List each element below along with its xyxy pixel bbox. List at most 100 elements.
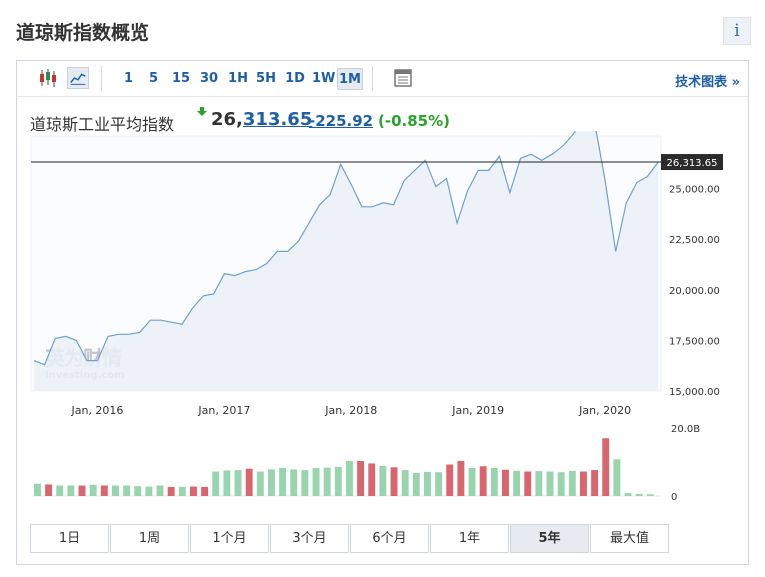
x-tick-label: Jan, 2019	[451, 404, 504, 417]
volume-bar	[513, 470, 521, 496]
y-tick-label: 17,500.00	[669, 336, 720, 347]
volume-bar	[624, 493, 632, 496]
interval-button-1w[interactable]: 1W	[312, 68, 335, 90]
range-button-3[interactable]: 3个月	[270, 524, 349, 553]
volume-bar	[435, 472, 443, 496]
interval-button-30[interactable]: 30	[198, 68, 220, 90]
price-change: -225.92	[309, 112, 374, 130]
volume-bar	[568, 470, 576, 496]
volume-bar	[479, 466, 487, 496]
volume-bar	[167, 486, 175, 496]
area-chart-icon[interactable]	[67, 67, 89, 89]
y-tick-label: 22,500.00	[669, 235, 720, 246]
page-title: 道琼斯指数概览	[16, 22, 150, 44]
volume-bar	[56, 485, 64, 496]
x-tick-label: Jan, 2016	[70, 404, 123, 417]
range-button-4[interactable]: 6个月	[350, 524, 429, 553]
volume-bar	[67, 485, 75, 496]
volume-bar	[290, 469, 298, 496]
volume-bar	[201, 486, 209, 496]
volume-bar	[446, 464, 454, 496]
volume-bar	[401, 470, 409, 496]
volume-bar	[346, 461, 353, 496]
volume-bar	[123, 485, 131, 496]
price-chart[interactable]: 英为财情Investing.com26,313.6525,000.0022,50…	[17, 131, 748, 531]
range-button-7[interactable]: 最大值	[590, 524, 669, 553]
volume-bar	[334, 466, 342, 496]
x-tick-label: Jan, 2018	[324, 404, 377, 417]
interval-button-1[interactable]: 1	[121, 68, 136, 90]
volume-bar	[312, 468, 320, 496]
volume-bar	[424, 471, 431, 496]
volume-bar	[412, 472, 420, 496]
volume-bar	[178, 486, 186, 496]
volume-bar	[368, 463, 376, 496]
range-button-5[interactable]: 1年	[430, 524, 509, 553]
volume-bar	[256, 471, 264, 496]
volume-bar	[223, 470, 231, 496]
volume-bar	[34, 483, 41, 496]
volume-bar	[357, 461, 365, 496]
toolbar-divider	[101, 66, 102, 91]
interval-button-1m[interactable]: 1M	[337, 68, 363, 90]
chart-widget: 技术图表 » 1 5 15 30 1H 5H 1D 1W 1M 道琼斯工业平均指数 26,313…	[16, 60, 749, 565]
x-tick-label: Jan, 2020	[578, 404, 631, 417]
volume-bar	[323, 467, 331, 496]
volume-bar	[457, 461, 465, 496]
volume-bar	[535, 471, 543, 496]
volume-bar	[591, 470, 599, 496]
volume-bar	[268, 469, 275, 496]
interval-button-5[interactable]: 5	[146, 68, 161, 90]
volume-bar	[89, 484, 97, 496]
volume-bar	[156, 485, 164, 496]
y-tick-label: 25,000.00	[669, 185, 720, 196]
volume-bar	[301, 470, 309, 496]
volume-bar	[490, 468, 498, 496]
range-button-6[interactable]: 5年	[510, 524, 589, 553]
last-price-tail: 313.65	[242, 109, 313, 130]
interval-button-1d[interactable]: 1D	[284, 68, 306, 90]
volume-bar	[502, 469, 509, 496]
volume-bar	[557, 472, 565, 496]
current-value-label: 26,313.65	[667, 158, 718, 169]
price-change-percent: (-0.85%)	[378, 112, 450, 130]
toolbar-divider	[372, 66, 373, 91]
last-price: 26,313.65	[211, 109, 312, 130]
y-tick-label: 15,000.00	[669, 387, 720, 398]
range-button-1[interactable]: 1周	[110, 524, 189, 553]
volume-bar	[468, 468, 476, 496]
chart-toolbar: 技术图表 » 1 5 15 30 1H 5H 1D 1W 1M	[17, 61, 748, 97]
volume-bar	[145, 486, 153, 496]
volume-bar	[245, 468, 253, 496]
interval-button-15[interactable]: 15	[170, 68, 192, 90]
volume-axis-zero: 0	[671, 492, 677, 503]
table-view-icon[interactable]	[392, 67, 414, 89]
volume-bar	[112, 485, 119, 496]
candlestick-icon[interactable]	[37, 67, 59, 89]
range-button-0[interactable]: 1日	[30, 524, 109, 553]
volume-bar	[100, 485, 108, 496]
last-price-lead: 26,	[211, 109, 243, 130]
range-selector: 1日 1周 1个月 3个月 6个月 1年 5年 最大值	[30, 524, 670, 553]
volume-axis-max: 20.0B	[671, 424, 700, 435]
x-tick-label: Jan, 2017	[197, 404, 250, 417]
volume-bar	[134, 486, 142, 496]
y-tick-label: 20,000.00	[669, 286, 720, 297]
volume-bar	[635, 493, 643, 496]
volume-bar	[390, 467, 398, 496]
volume-bar	[602, 438, 610, 496]
volume-bar	[45, 484, 53, 496]
info-icon[interactable]: i	[723, 17, 751, 45]
volume-bar	[190, 486, 197, 496]
volume-bar	[234, 470, 242, 496]
volume-bar	[546, 471, 554, 496]
technical-chart-link[interactable]: 技术图表 »	[675, 71, 740, 90]
volume-bar	[379, 465, 387, 496]
arrow-down-icon	[197, 107, 207, 116]
interval-button-1h[interactable]: 1H	[227, 68, 249, 90]
interval-button-5h[interactable]: 5H	[255, 68, 277, 90]
volume-bar	[580, 471, 587, 496]
range-button-2[interactable]: 1个月	[190, 524, 269, 553]
volume-bar	[212, 471, 220, 496]
volume-bar	[279, 468, 287, 496]
